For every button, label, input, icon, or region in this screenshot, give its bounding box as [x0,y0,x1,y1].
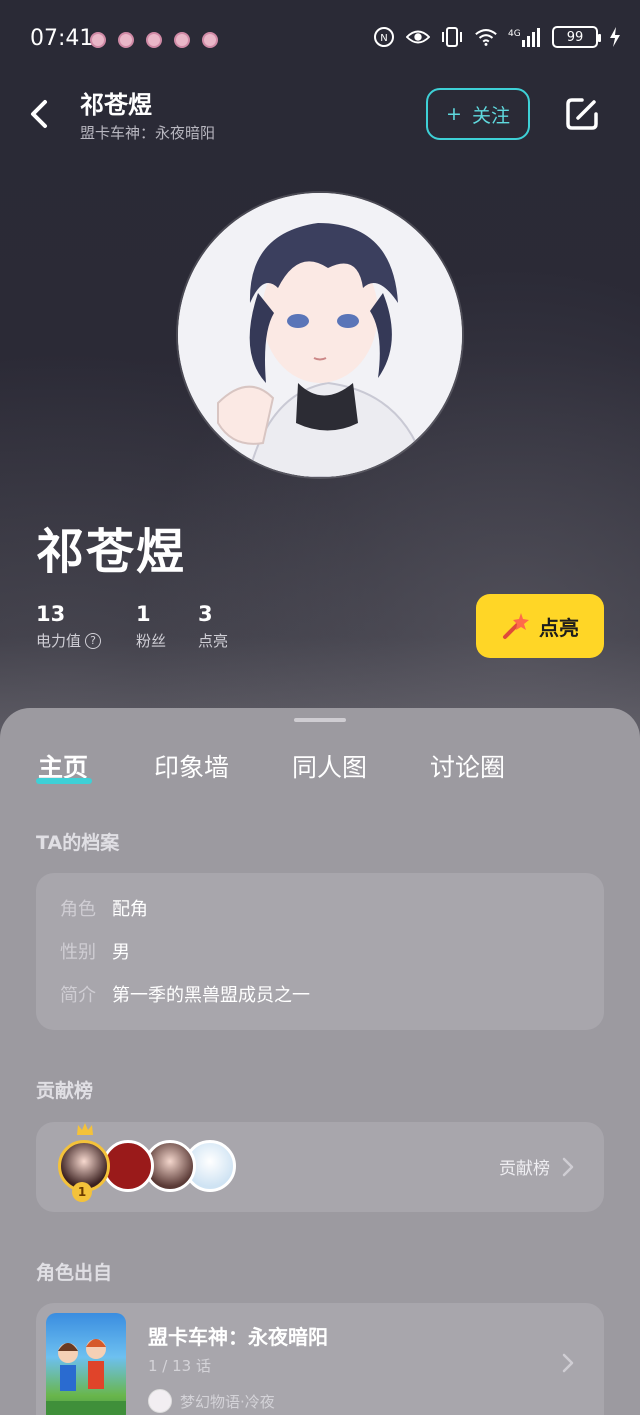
work-title: 盟卡车神：永夜暗阳 [148,1325,328,1349]
light-up-label: 点亮 [539,615,579,640]
light-up-button[interactable]: 点亮 [476,594,604,658]
archive-title: TA的档案 [36,832,120,854]
follow-button[interactable]: + 关注 [426,88,530,140]
header-title: 祁苍煜 [80,91,152,119]
stat-lights[interactable]: 3 点亮 [198,602,228,651]
work-episode: 1 / 13 话 [148,1357,211,1375]
edit-icon [566,98,598,130]
eye-icon [406,26,430,48]
origin-title: 角色出自 [36,1262,113,1284]
crown-icon [77,1123,93,1135]
contributor-avatars: 1 [58,1123,238,1202]
nfc-icon: N [372,26,396,48]
notification-app-icon [118,32,134,48]
notification-app-icon [146,32,162,48]
tab-discussion[interactable]: 讨论圈 [430,748,505,784]
stat-label: 粉丝 [136,632,167,650]
cover-illustration [46,1339,126,1415]
rank-badge: 1 [72,1182,92,1202]
active-tab-indicator [36,778,92,784]
stat-label: 点亮 [198,632,229,650]
character-avatar[interactable] [178,193,462,477]
header-subtitle: 盟卡车神：永夜暗阳 [80,124,216,142]
sheet-handle[interactable] [294,718,346,722]
signal-icon: 4G [508,26,542,48]
tab-impression-wall[interactable]: 印象墙 [154,748,229,784]
author-name: 梦幻物语·冷夜 [180,1392,275,1411]
vibrate-icon [440,26,464,48]
character-name: 祁苍煜 [36,524,187,580]
battery-level: 99 [566,29,584,45]
row-key: 角色 [60,899,96,920]
contribution-link[interactable]: 贡献榜 [499,1154,574,1179]
stat-value: 3 [198,602,213,626]
row-value: 男 [112,942,130,963]
contribution-card[interactable]: 1 贡献榜 [36,1122,604,1212]
magic-wand-icon [503,613,529,639]
work-cover-image [46,1313,126,1415]
notification-app-icon [90,32,106,48]
charging-icon [608,26,622,48]
top-bar: 祁苍煜 盟卡车神：永夜暗阳 + 关注 [0,80,640,150]
row-key: 简介 [60,985,96,1006]
origin-chevron [562,1353,574,1377]
tab-fan-art[interactable]: 同人图 [292,748,367,784]
stat-label-text: 电力值 [36,632,82,650]
archive-row-gender: 性别 男 [60,938,130,964]
follow-label: 关注 [471,104,510,127]
character-portrait-image [178,193,462,477]
content-sheet: 主页 印象墙 同人图 讨论圈 TA的档案 角色 配角 性别 男 简介 第一季的黑… [0,708,640,1415]
stat-value: 13 [36,602,66,626]
author-avatar [148,1389,172,1413]
back-button[interactable] [22,94,56,134]
tab-bar: 主页 印象墙 同人图 讨论圈 [0,748,640,798]
row-value: 第一季的黑兽盟成员之一 [112,985,310,1006]
chevron-left-icon [31,100,47,128]
stat-power: 13 电力值 ? [36,602,102,651]
origin-card[interactable]: 盟卡车神：永夜暗阳 1 / 13 话 梦幻物语·冷夜 [36,1303,604,1415]
row-key: 性别 [60,942,96,963]
stat-fans[interactable]: 1 粉丝 [136,602,166,651]
svg-text:4G: 4G [508,29,521,39]
chevron-right-icon [562,1157,574,1176]
status-indicators: N 4G 99 [372,26,622,48]
stat-value: 1 [136,602,151,626]
archive-row-role: 角色 配角 [60,895,148,921]
contribution-link-label: 贡献榜 [499,1159,550,1179]
status-time: 07:41 [30,26,94,51]
notification-app-icon [174,32,190,48]
archive-row-intro: 简介 第一季的黑兽盟成员之一 [60,981,310,1007]
archive-card: 角色 配角 性别 男 简介 第一季的黑兽盟成员之一 [36,873,604,1030]
chevron-right-icon [562,1353,574,1373]
help-icon[interactable]: ? [85,632,102,649]
battery-indicator: 99 [552,26,601,48]
status-bar: 07:41 N 4G 99 [0,0,640,80]
wifi-icon [474,26,498,48]
work-author: 梦幻物语·冷夜 [148,1389,275,1413]
svg-text:N: N [380,33,387,44]
status-app-icons [90,32,218,48]
edit-button[interactable] [562,94,602,134]
contribution-title: 贡献榜 [36,1080,94,1102]
stat-label: 电力值 ? [36,630,102,651]
plus-icon: + [446,103,462,125]
row-value: 配角 [112,899,148,920]
notification-app-icon [202,32,218,48]
